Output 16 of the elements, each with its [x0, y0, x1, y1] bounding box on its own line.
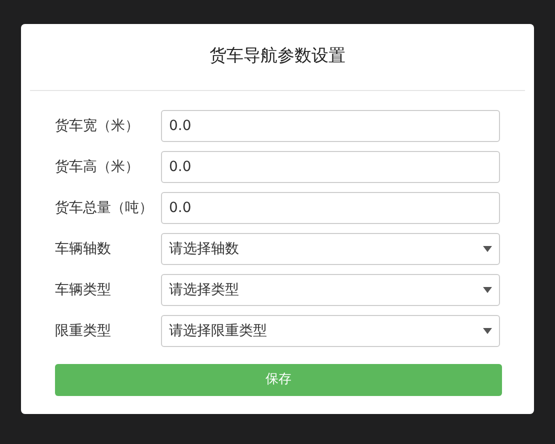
field-label: 限重类型: [55, 322, 112, 340]
dropdown[interactable]: 请选择限重类型: [161, 315, 500, 347]
input-field[interactable]: 0.0: [161, 192, 500, 224]
field-label: 货车宽（米）: [55, 116, 140, 136]
dialog-title: 货车导航参数设置: [208, 45, 346, 68]
field-label: 车辆类型: [55, 280, 112, 300]
input-field[interactable]: 0.0: [161, 110, 500, 142]
caret-icon: [483, 246, 492, 252]
field-label: 货车总量（吨）: [55, 198, 154, 218]
dropdown[interactable]: 请选择轴数: [161, 233, 500, 265]
dropdown[interactable]: 请选择类型: [161, 274, 500, 306]
input-field[interactable]: 0.0: [161, 151, 500, 183]
caret-icon: [483, 287, 492, 293]
field-label: 车辆轴数: [55, 240, 112, 258]
caret-icon: [483, 328, 492, 334]
field-label: 货车高（米）: [55, 158, 140, 176]
